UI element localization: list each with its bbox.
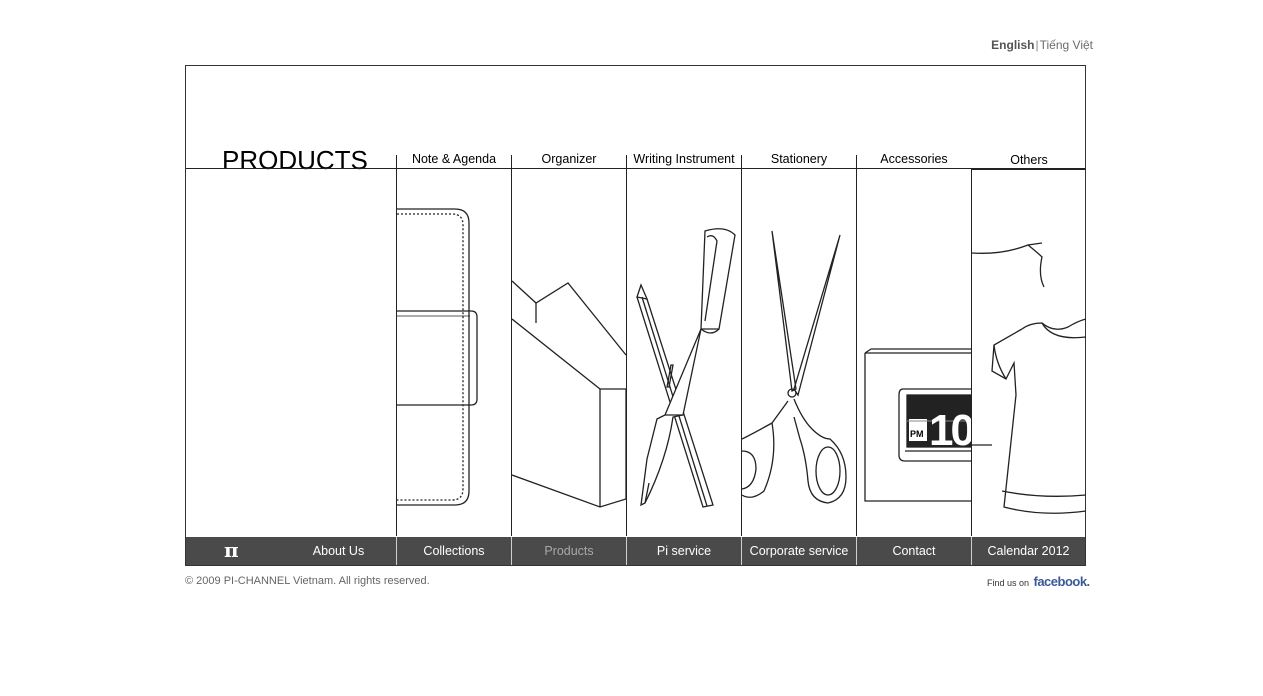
language-vietnamese-link[interactable]: Tiếng Việt <box>1040 38 1093 52</box>
nav-products[interactable]: Products <box>511 537 626 565</box>
main-nav: π About Us Collections Products Pi servi… <box>186 537 1085 565</box>
magazine-holder-illustration <box>512 280 626 508</box>
category-label[interactable]: Organizer <box>512 152 626 166</box>
category-note-agenda[interactable]: Note & Agenda <box>396 152 511 536</box>
category-label[interactable]: Writing Instrument <box>627 152 741 166</box>
language-switcher: English|Tiếng Việt <box>991 38 1093 52</box>
facebook-logo: facebook. <box>1033 574 1090 589</box>
nav-collections[interactable]: Collections <box>396 537 511 565</box>
main-frame: PRODUCTS Note & Agenda Organizer Writing… <box>185 65 1086 566</box>
tshirt-illustration <box>972 242 1086 514</box>
notebook-illustration <box>397 208 478 506</box>
language-english-link[interactable]: English <box>991 38 1034 52</box>
nav-calendar-2012[interactable]: Calendar 2012 <box>971 537 1085 565</box>
category-label[interactable]: Others <box>972 153 1086 167</box>
category-organizer[interactable]: Organizer <box>511 152 626 536</box>
nav-corporate-service[interactable]: Corporate service <box>741 537 856 565</box>
facebook-link[interactable]: Find us on facebook. <box>987 573 1090 591</box>
flip-clock-illustration: PM 10 <box>864 348 971 502</box>
category-stationery[interactable]: Stationery <box>741 152 856 536</box>
category-others[interactable]: Others <box>971 153 1086 536</box>
copyright-text: © 2009 PI-CHANNEL Vietnam. All rights re… <box>185 575 430 587</box>
nav-about-us[interactable]: About Us <box>281 537 396 565</box>
clock-digits-text: 10 <box>929 406 971 455</box>
language-separator: | <box>1035 38 1039 52</box>
category-label[interactable]: Accessories <box>857 152 971 166</box>
page-title: PRODUCTS <box>222 145 368 175</box>
category-label[interactable]: Stationery <box>742 152 856 166</box>
scissors-illustration <box>742 230 847 504</box>
category-accessories[interactable]: Accessories PM 10 <box>856 152 971 536</box>
clock-period-text: PM <box>910 429 924 439</box>
nav-pi-service[interactable]: Pi service <box>626 537 741 565</box>
pen-pencil-illustration <box>636 228 736 508</box>
category-label[interactable]: Note & Agenda <box>397 152 511 166</box>
pi-logo[interactable]: π <box>224 537 239 565</box>
find-us-text: Find us on <box>987 578 1030 588</box>
category-writing-instrument[interactable]: Writing Instrument <box>626 152 741 536</box>
nav-contact[interactable]: Contact <box>856 537 971 565</box>
